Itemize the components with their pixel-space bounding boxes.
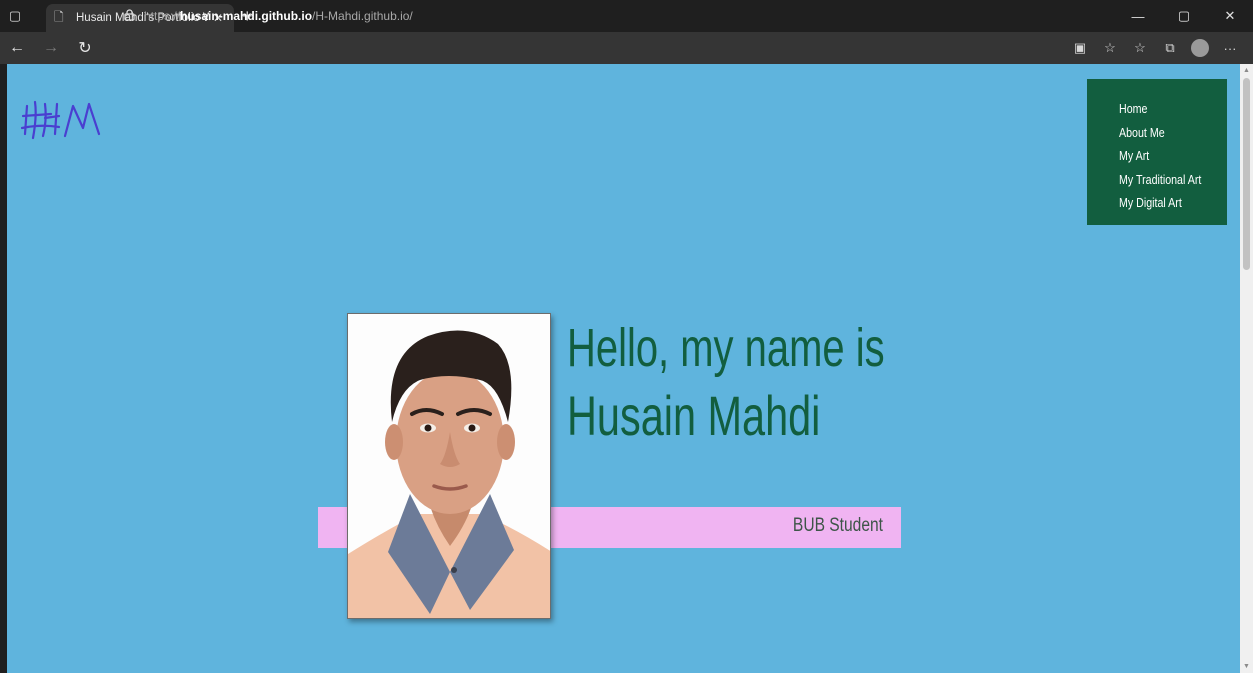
profile-photo: [347, 313, 551, 619]
window-controls: — ▢ ✕: [1115, 0, 1253, 32]
add-favorite-icon[interactable]: ☆: [1095, 32, 1125, 64]
url-path: /H-Mahdi.github.io/: [312, 9, 413, 23]
minimize-icon[interactable]: —: [1115, 0, 1161, 32]
nav-item-my-art[interactable]: My Art: [1119, 144, 1208, 168]
collections-icon[interactable]: ⧉: [1155, 32, 1185, 64]
scroll-down-icon[interactable]: ▼: [1243, 663, 1250, 670]
refresh-icon[interactable]: ↻: [68, 32, 102, 64]
tab-actions-icon[interactable]: ▢: [0, 0, 30, 32]
nav-item-my-digital-art[interactable]: My Digital Art: [1119, 191, 1208, 215]
profile-avatar[interactable]: [1191, 39, 1209, 57]
hero-name: Husain Mahdi: [567, 384, 821, 447]
page-icon: 🗋: [54, 9, 64, 24]
scroll-thumb[interactable]: [1243, 78, 1250, 270]
close-window-icon[interactable]: ✕: [1207, 0, 1253, 32]
restore-icon[interactable]: ▢: [1161, 0, 1207, 32]
nav-item-home[interactable]: Home: [1119, 97, 1208, 121]
nav-item-about-me[interactable]: About Me: [1119, 121, 1208, 145]
url-protocol: https://: [144, 9, 181, 23]
page-viewport: Home About Me My Art My Traditional Art …: [7, 64, 1240, 673]
url-host: husain-mahdi.github.io: [180, 9, 313, 23]
lock-icon: [124, 8, 144, 24]
nav-item-my-traditional-art[interactable]: My Traditional Art: [1119, 168, 1208, 192]
role-label: BUB Student: [792, 515, 883, 536]
back-icon[interactable]: ←: [0, 32, 34, 64]
page-scrollbar[interactable]: ▲ ▼: [1240, 64, 1253, 673]
reader-view-icon[interactable]: ▣: [1065, 32, 1095, 64]
signature-logo[interactable]: [20, 94, 111, 149]
hero-greeting: Hello, my name is: [567, 318, 885, 378]
favorites-icon[interactable]: ☆: [1125, 32, 1155, 64]
main-nav: Home About Me My Art My Traditional Art …: [1087, 79, 1227, 225]
scroll-up-icon[interactable]: ▲: [1243, 67, 1250, 74]
address-input[interactable]: https://husain-mahdi.github.io/H-Mahdi.g…: [124, 4, 1024, 28]
browser-toolbar-right: ▣ ☆ ☆ ⧉ ···: [1065, 32, 1245, 64]
forward-icon[interactable]: →: [34, 32, 68, 64]
more-menu-icon[interactable]: ···: [1215, 32, 1245, 64]
